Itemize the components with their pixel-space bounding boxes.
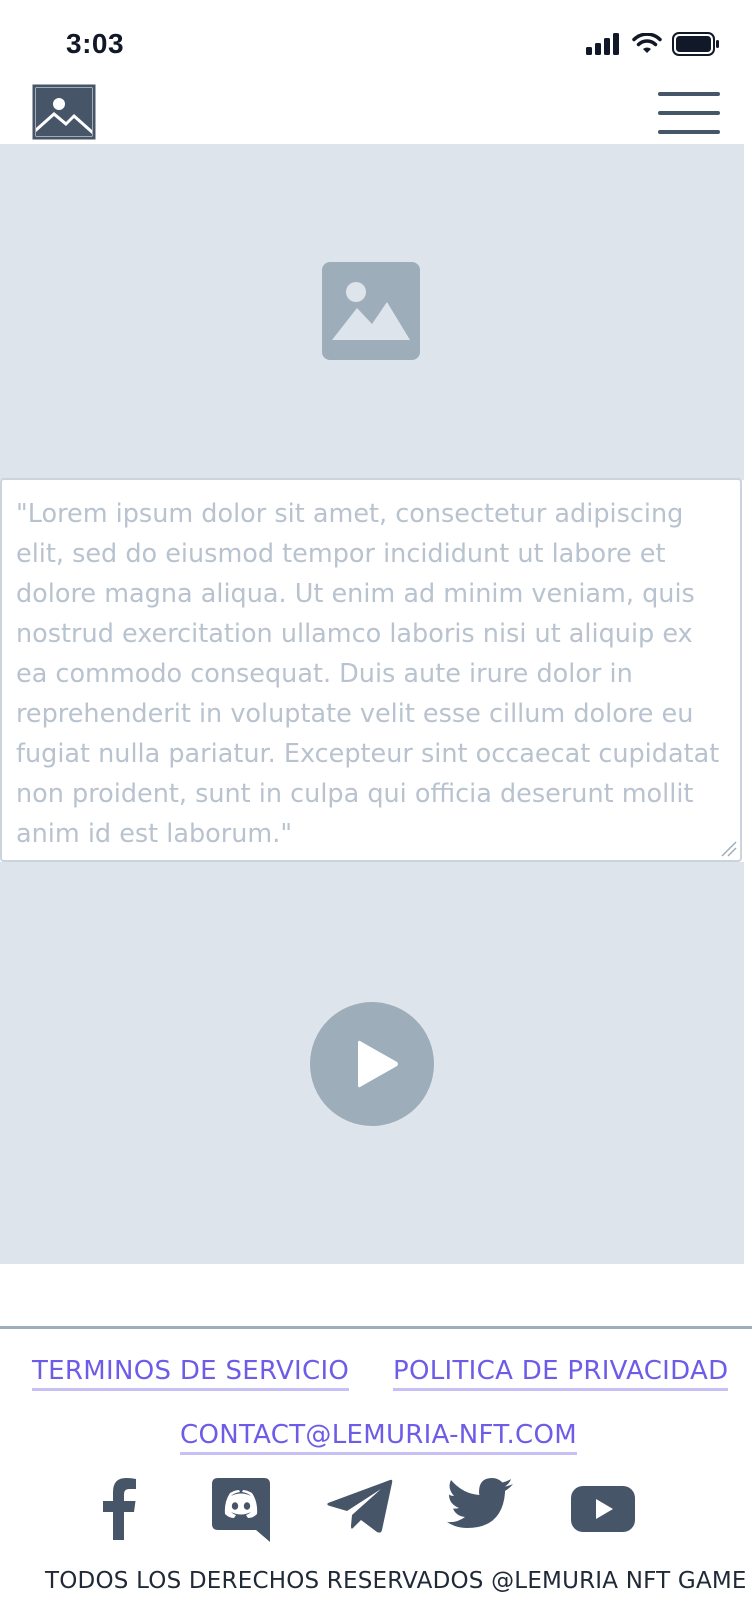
facebook-icon[interactable]: [100, 1478, 140, 1540]
status-bar: 3:03: [0, 0, 752, 80]
menu-line-icon: [658, 130, 720, 134]
discord-icon[interactable]: [212, 1478, 270, 1542]
status-time: 3:03: [66, 28, 125, 59]
copyright-text: TODOS LOS DERECHOS RESERVADOS @LEMURIA N…: [45, 1568, 747, 1594]
menu-line-icon: [658, 92, 720, 96]
status-icons: [586, 32, 720, 56]
youtube-icon[interactable]: [571, 1486, 635, 1532]
battery-icon: [672, 32, 719, 56]
privacy-policy-link[interactable]: POLITICA DE PRIVACIDAD: [393, 1356, 729, 1391]
wifi-icon: [632, 33, 662, 53]
quote-textarea[interactable]: "Lorem ipsum dolor sit amet, consectetur…: [0, 478, 742, 862]
play-button[interactable]: [310, 1002, 434, 1126]
cellular-signal-icon: [586, 33, 619, 55]
hero-image-placeholder: [0, 144, 744, 480]
contact-email-link[interactable]: CONTACT@LEMURIA-NFT.COM: [180, 1420, 577, 1455]
logo-image-icon[interactable]: [32, 84, 96, 140]
twitter-icon[interactable]: [447, 1478, 513, 1534]
footer-divider: [0, 1326, 752, 1329]
social-links: [0, 1478, 752, 1548]
resize-grip-icon[interactable]: [720, 840, 738, 858]
menu-line-icon: [658, 111, 720, 115]
image-placeholder-icon: [322, 262, 420, 360]
header: [0, 80, 752, 144]
play-icon: [358, 1040, 398, 1088]
telegram-icon[interactable]: [327, 1478, 393, 1534]
video-placeholder: [0, 862, 744, 1264]
hamburger-menu-button[interactable]: [658, 92, 720, 134]
terms-of-service-link[interactable]: TERMINOS DE SERVICIO: [32, 1356, 350, 1391]
